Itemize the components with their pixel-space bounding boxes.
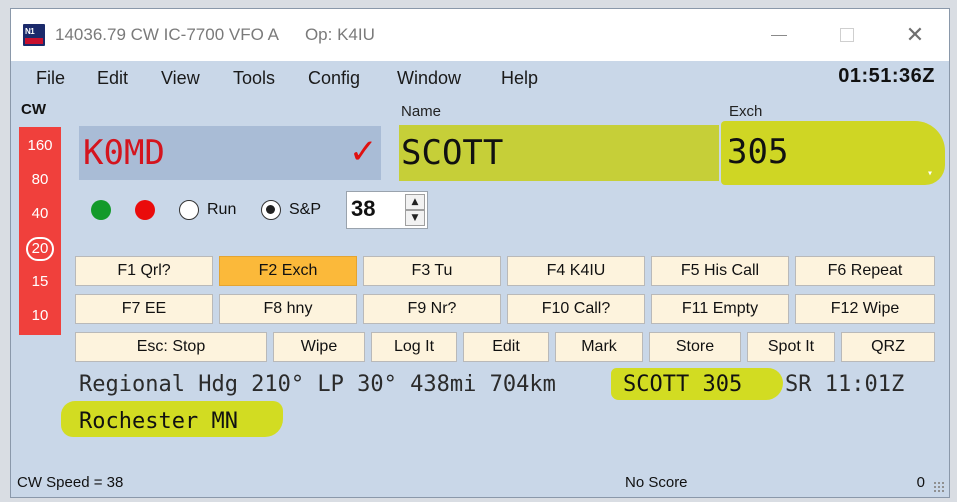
- status-light-red-icon: [135, 200, 155, 220]
- store-button[interactable]: Store: [649, 332, 741, 362]
- f7-button[interactable]: F7 EE: [75, 294, 213, 324]
- band-label: 80: [31, 171, 49, 188]
- close-icon: ✕: [905, 22, 925, 48]
- f3-button[interactable]: F3 Tu: [363, 256, 501, 286]
- bearing-distance-info: Regional Hdg 210° LP 30° 438mi 704km: [79, 372, 556, 397]
- f10-button[interactable]: F10 Call?: [507, 294, 645, 324]
- minimize-icon: [771, 34, 787, 36]
- exch-field-label: Exch: [729, 103, 763, 120]
- cw-speed-status: CW Speed = 38: [17, 474, 124, 491]
- exchange-input[interactable]: 305 ▾: [721, 121, 945, 185]
- spin-up-icon[interactable]: ▲: [405, 194, 425, 210]
- dropdown-arrow-icon[interactable]: ▾: [927, 143, 933, 205]
- window-controls: ✕: [745, 9, 949, 61]
- previous-exchange-info: SCOTT 305: [623, 372, 743, 397]
- qrz-button[interactable]: QRZ: [841, 332, 935, 362]
- callsign-input[interactable]: K0MD: [79, 126, 381, 180]
- menu-help[interactable]: Help: [501, 68, 538, 89]
- log-it-button[interactable]: Log It: [371, 332, 457, 362]
- mark-button[interactable]: Mark: [555, 332, 643, 362]
- exchange-value: 305: [727, 132, 789, 172]
- band-80[interactable]: 80: [19, 171, 61, 188]
- band-label: 160: [27, 137, 53, 154]
- status-light-green-icon: [91, 200, 111, 220]
- title-bar[interactable]: N1 14036.79 CW IC-7700 VFO A Op: K4IU ✕: [11, 9, 949, 61]
- band-160[interactable]: 160: [19, 137, 61, 154]
- band-label: 10: [31, 307, 49, 324]
- f11-button[interactable]: F11 Empty: [651, 294, 789, 324]
- band-label: 20: [25, 237, 55, 261]
- name-field-label: Name: [401, 103, 442, 120]
- name-input[interactable]: SCOTT: [399, 125, 719, 181]
- sp-radio[interactable]: [261, 200, 281, 220]
- band-20-selected[interactable]: 20: [19, 237, 61, 261]
- location-info: Rochester MN: [79, 409, 238, 434]
- spot-it-button[interactable]: Spot It: [747, 332, 835, 362]
- band-10[interactable]: 10: [19, 307, 61, 324]
- band-15[interactable]: 15: [19, 273, 61, 290]
- wipe-button[interactable]: Wipe: [273, 332, 365, 362]
- n1mm-entry-window: N1 14036.79 CW IC-7700 VFO A Op: K4IU ✕ …: [10, 8, 950, 498]
- stepper-buttons: ▲ ▼: [405, 194, 425, 226]
- f5-button[interactable]: F5 His Call: [651, 256, 789, 286]
- edit-button[interactable]: Edit: [463, 332, 549, 362]
- esc-stop-button[interactable]: Esc: Stop: [75, 332, 267, 362]
- spin-down-icon[interactable]: ▼: [405, 210, 425, 226]
- mode-label: CW: [21, 101, 46, 118]
- utc-clock: 01:51:36Z: [838, 65, 935, 87]
- cw-speed-stepper[interactable]: 38 ▲ ▼: [346, 191, 428, 229]
- band-40[interactable]: 40: [19, 205, 61, 222]
- menu-config[interactable]: Config: [308, 68, 360, 89]
- cw-speed-value: 38: [351, 196, 376, 221]
- maximize-icon: [840, 28, 854, 42]
- band-selector: 160 80 40 20 15 10: [19, 127, 61, 335]
- f9-button[interactable]: F9 Nr?: [363, 294, 501, 324]
- band-label: 40: [31, 205, 49, 222]
- count-status: 0: [916, 474, 925, 491]
- menu-window[interactable]: Window: [397, 68, 461, 89]
- sunrise-info: SR 11:01Z: [785, 372, 905, 397]
- f4-button[interactable]: F4 K4IU: [507, 256, 645, 286]
- menu-edit[interactable]: Edit: [97, 68, 128, 89]
- f12-button[interactable]: F12 Wipe: [795, 294, 935, 324]
- band-label: 15: [31, 273, 49, 290]
- menu-tools[interactable]: Tools: [233, 68, 275, 89]
- menu-view[interactable]: View: [161, 68, 200, 89]
- f8-button[interactable]: F8 hny: [219, 294, 357, 324]
- f6-button[interactable]: F6 Repeat: [795, 256, 935, 286]
- score-status: No Score: [625, 474, 688, 491]
- operator-label: Op: K4IU: [304, 25, 375, 44]
- run-radio-label: Run: [207, 201, 237, 218]
- run-radio[interactable]: [179, 200, 199, 220]
- minimize-button[interactable]: [745, 9, 813, 61]
- menu-file[interactable]: File: [36, 68, 65, 89]
- menu-bar: File Edit View Tools Config Window Help: [11, 65, 949, 91]
- resize-grip-icon[interactable]: [933, 481, 945, 493]
- app-logo-icon: N1: [23, 24, 45, 46]
- maximize-button[interactable]: [813, 9, 881, 61]
- checkmark-icon: ✓: [349, 132, 378, 172]
- f2-button[interactable]: F2 Exch: [219, 256, 357, 286]
- window-title: 14036.79 CW IC-7700 VFO A: [55, 25, 279, 44]
- sp-radio-label: S&P: [289, 201, 322, 218]
- f1-button[interactable]: F1 Qrl?: [75, 256, 213, 286]
- close-button[interactable]: ✕: [881, 9, 949, 61]
- status-bar: CW Speed = 38 No Score 0: [11, 471, 949, 497]
- screen-background: N1 14036.79 CW IC-7700 VFO A Op: K4IU ✕ …: [0, 0, 957, 502]
